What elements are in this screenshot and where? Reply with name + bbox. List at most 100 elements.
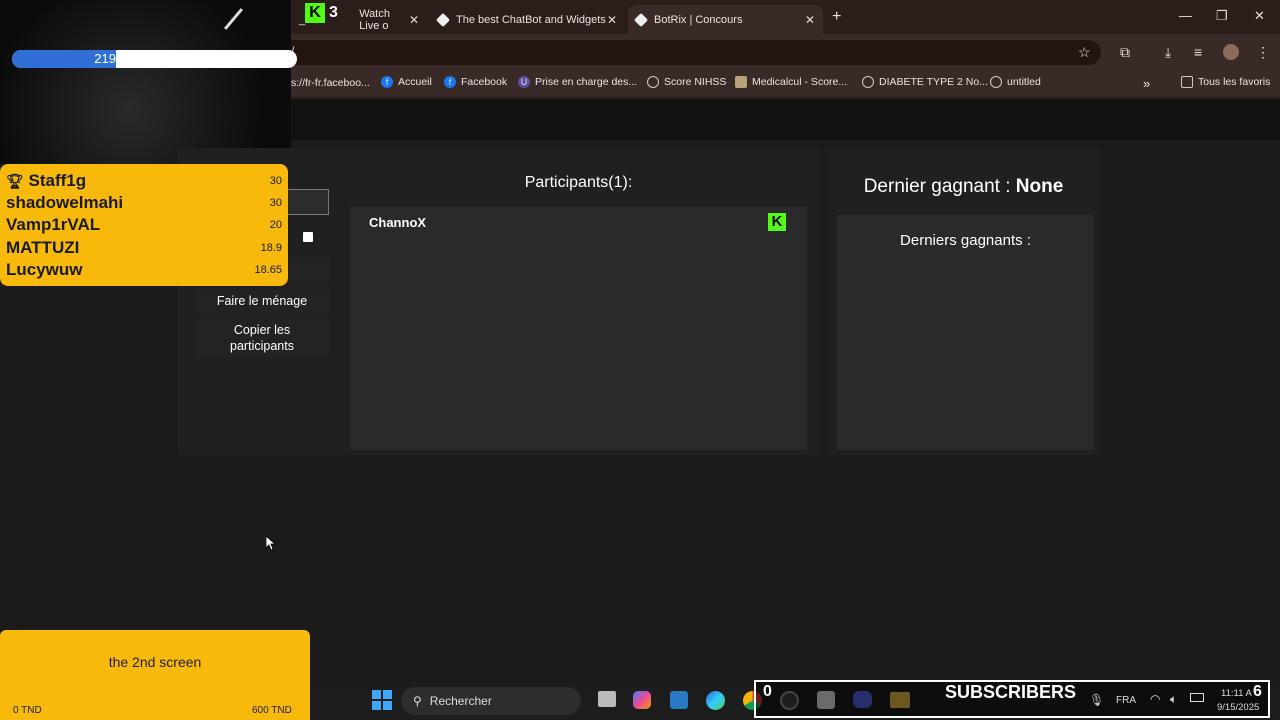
subscribers-left-count: 0 (763, 683, 772, 700)
globe-icon (990, 76, 1002, 88)
facebook-icon: f (444, 76, 456, 88)
copy-participants-button[interactable]: Copier les participants (195, 320, 329, 356)
participant-row[interactable]: ChannoX K (369, 212, 789, 232)
site-icon: U (518, 76, 530, 88)
bookmark-label: Medicalcul - Score... (752, 76, 848, 88)
participants-list (350, 207, 807, 450)
windows-start-icon[interactable] (372, 690, 392, 710)
star-icon[interactable]: ☆ (1078, 44, 1091, 61)
bookmark-all-favorites[interactable]: Tous les favoris (1181, 76, 1270, 88)
bookmark-untitled[interactable]: untitled (990, 76, 1041, 88)
tab-botrix-concours[interactable]: BotRix | Concours ✕ (628, 5, 823, 34)
bookmark-accueil[interactable]: f Accueil (381, 76, 432, 88)
leaderboard-row: Lucywuw 18.65 (6, 259, 282, 281)
leaderboard-row: Vamp1rVAL 20 (6, 214, 282, 236)
participant-name: ChannoX (369, 214, 427, 230)
leaderboard-name: Vamp1rVAL (6, 215, 101, 235)
goal-max-label: 600 TND (252, 705, 292, 716)
tab-label: The best ChatBot and Widgets (456, 13, 606, 26)
mouse-cursor-icon (265, 535, 277, 555)
folder-icon (1181, 76, 1193, 88)
extensions-icon[interactable]: ⧉ (1120, 44, 1130, 61)
media-control-icon[interactable]: ≡ (1194, 44, 1202, 60)
goal-current-value: 219 (94, 51, 116, 66)
leaderboard-name: shadowelmahi (6, 193, 124, 213)
globe-icon (862, 76, 874, 88)
volume-icon[interactable]: 🔈︎ (1170, 692, 1177, 707)
bookmark-diabete[interactable]: DIABETE TYPE 2 No... (862, 76, 988, 88)
minimize-icon[interactable]: — (1179, 8, 1192, 23)
close-icon[interactable]: ✕ (409, 13, 419, 27)
leaderboard-score: 18.65 (254, 263, 282, 276)
task-view-icon[interactable] (598, 691, 616, 707)
new-tab-icon[interactable]: + (832, 8, 841, 26)
edge-icon[interactable] (706, 691, 725, 710)
address-input[interactable]: / (291, 40, 1101, 65)
search-placeholder: Rechercher (429, 694, 492, 708)
leaderboard-score: 18.9 (260, 241, 282, 254)
option-checkbox[interactable] (303, 232, 313, 242)
language-indicator[interactable]: FRA (1116, 695, 1136, 706)
tab-label: BotRix | Concours (654, 13, 743, 26)
bookmark-label: Score NIHSS (664, 76, 727, 88)
profile-avatar[interactable] (1223, 44, 1239, 60)
mic-icon[interactable]: 🎙︎ (1089, 693, 1104, 707)
copy-participants-label: Copier les participants (230, 323, 294, 353)
subscribers-right-count: 6 (1253, 683, 1262, 700)
close-icon[interactable]: ✕ (607, 13, 617, 27)
kick-badge: K 3 (305, 3, 338, 23)
webcam-overlay (0, 0, 291, 164)
clock-date[interactable]: 9/15/2025 (1217, 702, 1259, 713)
maximize-icon[interactable]: ❐ (1216, 8, 1228, 24)
goal-title: the 2nd screen (108, 654, 202, 670)
tab-botrix-home[interactable]: The best ChatBot and Widgets ✕ (430, 5, 625, 34)
search-icon: ⚲ (413, 694, 422, 708)
last-winner-label: Dernier gagnant : (863, 176, 1016, 197)
cleanup-button[interactable]: Faire le ménage (195, 290, 329, 314)
goal-min-label: 0 TND (13, 705, 42, 716)
menu-icon[interactable]: ⋮ (1256, 44, 1270, 61)
bookmark-facebook[interactable]: f Facebook (444, 76, 507, 88)
bookmark-label: untitled (1007, 76, 1041, 88)
leaderboard-widget: 🏆︎ Staff1g 30 shadowelmahi 30 Vamp1rVAL … (0, 164, 288, 286)
recent-winners-list (837, 215, 1094, 450)
bookmark-label: Prise en charge des... (535, 76, 638, 88)
bookmark-label: Facebook (461, 76, 508, 88)
trophy-icon: 🏆︎ (6, 173, 24, 190)
globe-icon (647, 76, 659, 88)
wifi-icon[interactable]: ◠ (1150, 692, 1160, 706)
bookmark-score-nihss[interactable]: Score NIHSS (647, 76, 726, 88)
leaderboard-score: 30 (269, 197, 282, 210)
cleanup-button-label: Faire le ménage (216, 294, 308, 308)
recent-winners-heading: Derniers gagnants : (900, 232, 1031, 249)
leaderboard-row: MATTUZI 18.9 (6, 237, 282, 259)
medicalcul-icon (735, 76, 747, 88)
participants-heading: Participants(1): (524, 174, 633, 191)
leaderboard-name: MATTUZI (6, 237, 80, 257)
leaderboard-name: Staff1g (28, 171, 87, 191)
clock-time[interactable]: 11:11 A (1221, 688, 1252, 699)
page-header (291, 100, 1280, 140)
taskbar-search[interactable]: ⚲ Rechercher (401, 687, 581, 715)
tab-label: Watch Live o (359, 7, 390, 32)
download-icon[interactable]: ⤓ (1165, 44, 1171, 61)
close-window-icon[interactable]: ✕ (1254, 8, 1265, 24)
kick-logo-icon: K (305, 3, 325, 23)
bookmark-prise-en-charge[interactable]: U Prise en charge des... (518, 76, 637, 88)
bookmark-facebook-url[interactable]: s://fr-fr.faceboo... (291, 77, 370, 89)
copilot-icon[interactable] (633, 691, 651, 709)
close-icon[interactable]: ✕ (805, 13, 815, 27)
leaderboard-name: Lucywuw (6, 259, 83, 279)
bookmarks-overflow-icon[interactable]: » (1143, 76, 1150, 91)
last-winner-value: None (1015, 176, 1064, 197)
battery-icon[interactable] (1190, 693, 1204, 702)
bookmark-label: Tous les favoris (1198, 76, 1271, 88)
subscribers-label: SUBSCRIBERS (945, 682, 1077, 702)
leaderboard-score: 30 (269, 175, 282, 188)
leaderboard-row: shadowelmahi 30 (6, 192, 282, 214)
bookmark-medicalcul[interactable]: Medicalcul - Score... (735, 76, 847, 88)
app-icon[interactable] (670, 691, 688, 709)
botrix-favicon-icon (633, 12, 649, 27)
leaderboard-row: 🏆︎ Staff1g 30 (6, 170, 282, 192)
bookmark-label: Accueil (398, 76, 432, 88)
